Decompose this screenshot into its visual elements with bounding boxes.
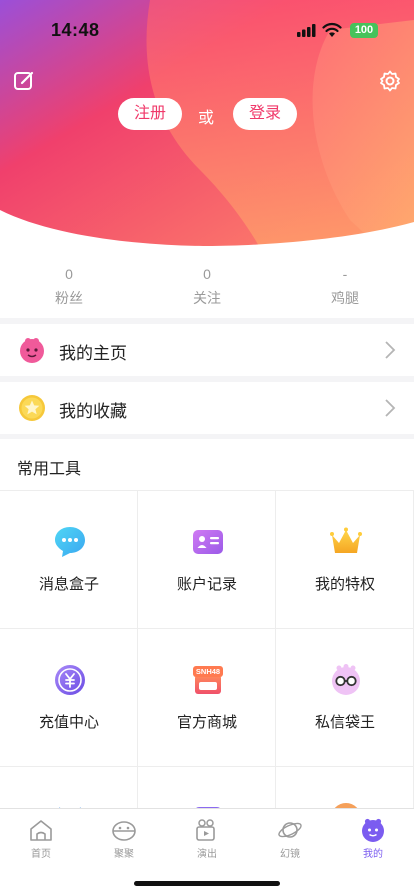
tab-label: 演出	[197, 849, 217, 860]
tool-label: 账户记录	[176, 576, 237, 593]
tab-shows[interactable]: 演出	[166, 817, 248, 860]
video-camera-icon	[196, 819, 215, 841]
tool-partial-3[interactable]	[276, 767, 414, 809]
id-card-icon	[193, 530, 223, 554]
my-homepage-row[interactable]: 我的主页	[0, 324, 414, 376]
tool-label: 充值中心	[38, 714, 99, 731]
tab-label: 我的	[363, 849, 383, 860]
stat-drumsticks[interactable]: - 鸡腿	[276, 266, 414, 308]
tools-section-header: 常用工具	[0, 439, 414, 491]
my-favorites-label: 我的收藏	[59, 402, 127, 421]
stat-value: 0	[203, 266, 211, 282]
tool-partial-2[interactable]	[138, 767, 276, 809]
store-badge-text: SNH48	[196, 667, 220, 676]
tool-label: 消息盒子	[38, 576, 99, 593]
tool-label: 我的特权	[314, 576, 375, 593]
tool-official-store[interactable]: SNH48 官方商城	[138, 629, 276, 767]
chat-bubble-icon	[55, 527, 85, 557]
home-indicator	[134, 881, 280, 886]
stat-value: -	[342, 266, 348, 282]
tool-label: 私信袋王	[314, 714, 375, 731]
chevron-right-icon	[385, 341, 396, 359]
stat-following[interactable]: 0 关注	[138, 266, 276, 308]
edit-profile-icon[interactable]	[12, 69, 36, 93]
tab-label: 聚聚	[114, 849, 134, 860]
status-time: 14:48	[51, 20, 100, 40]
profile-icon	[362, 818, 384, 842]
or-separator: 或	[198, 110, 215, 127]
glasses-mascot-icon	[332, 664, 360, 695]
tab-home[interactable]: 首页	[0, 817, 82, 860]
profile-stats: 0 粉丝 0 关注 - 鸡腿	[0, 248, 414, 318]
tool-my-privileges[interactable]: 我的特权	[276, 491, 414, 629]
stat-fans[interactable]: 0 粉丝	[0, 266, 138, 308]
star-coin-icon	[19, 395, 45, 421]
stat-label: 鸡腿	[331, 290, 359, 306]
crown-icon	[330, 527, 362, 553]
tools-grid: 消息盒子 账户记录 我的特权 充值中心 SNH48 官方商城 私信袋王	[0, 491, 414, 809]
chevron-right-icon	[385, 399, 396, 417]
tool-recharge-center[interactable]: 充值中心	[0, 629, 138, 767]
register-button[interactable]: 注册	[118, 98, 182, 130]
tab-juju[interactable]: 聚聚	[83, 817, 165, 860]
tab-huanjing[interactable]: 幻镜	[249, 817, 331, 860]
stat-label: 粉丝	[55, 290, 83, 306]
tool-private-message-king[interactable]: 私信袋王	[276, 629, 414, 767]
tool-partial-1[interactable]	[0, 767, 138, 809]
shop-icon: SNH48	[193, 666, 223, 694]
my-favorites-row[interactable]: 我的收藏	[0, 382, 414, 434]
my-homepage-label: 我的主页	[59, 344, 127, 363]
stat-value: 0	[65, 266, 73, 282]
tool-label: 官方商城	[176, 714, 237, 731]
home-icon	[30, 820, 52, 841]
tool-message-box[interactable]: 消息盒子	[0, 491, 138, 629]
settings-gear-icon[interactable]	[378, 69, 402, 93]
login-button[interactable]: 登录	[233, 98, 297, 130]
battery-indicator: 100	[350, 23, 378, 38]
cellular-signal-icon	[297, 24, 316, 37]
profile-header: 14:48 100 注册 或 登录	[0, 0, 414, 248]
tool-account-records[interactable]: 账户记录	[138, 491, 276, 629]
tab-mine[interactable]: 我的	[332, 817, 414, 860]
tab-label: 首页	[31, 849, 51, 860]
tab-label: 幻镜	[280, 849, 300, 860]
planet-icon	[278, 822, 302, 838]
wifi-icon	[322, 22, 342, 37]
tools-title: 常用工具	[17, 461, 82, 478]
recharge-coin-icon	[55, 665, 85, 695]
stat-label: 关注	[193, 290, 221, 306]
status-bar: 14:48 100	[0, 0, 414, 60]
pink-blob-icon	[20, 338, 44, 363]
chat-ball-icon	[112, 821, 136, 841]
auth-actions: 注册 或 登录	[0, 98, 414, 132]
